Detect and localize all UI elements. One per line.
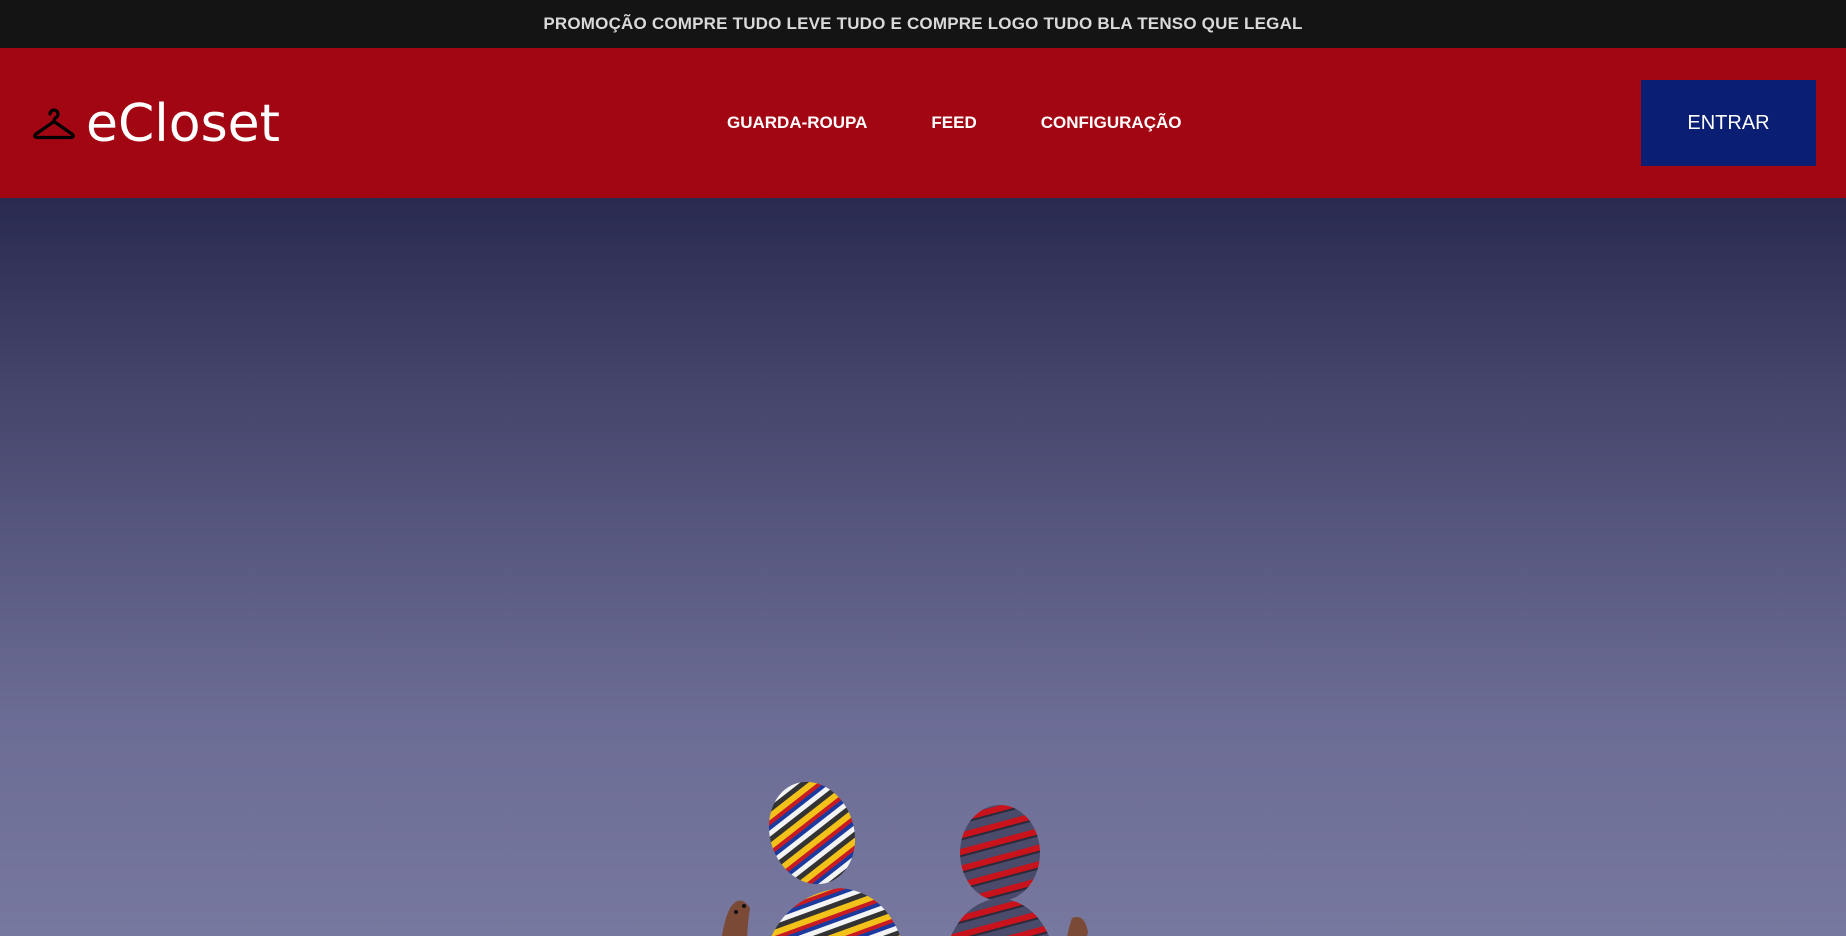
logo-text: eCloset	[86, 94, 281, 154]
promo-text: PROMOÇÃO COMPRE TUDO LEVE TUDO E COMPRE …	[543, 14, 1303, 33]
logo[interactable]: eCloset	[32, 98, 280, 150]
hero-banner	[0, 198, 1846, 936]
hanger-icon	[32, 104, 76, 144]
nav-item-feed[interactable]: FEED	[931, 113, 976, 133]
promo-bar: PROMOÇÃO COMPRE TUDO LEVE TUDO E COMPRE …	[0, 0, 1846, 48]
site-header: eCloset GUARDA-ROUPA FEED CONFIGURAÇÃO E…	[0, 48, 1846, 198]
nav-item-configuracao[interactable]: CONFIGURAÇÃO	[1041, 113, 1182, 133]
main-nav: GUARDA-ROUPA FEED CONFIGURAÇÃO	[727, 48, 1245, 198]
nav-item-guarda-roupa[interactable]: GUARDA-ROUPA	[727, 113, 867, 133]
login-button[interactable]: ENTRAR	[1641, 80, 1816, 166]
hero-models-image	[721, 781, 1088, 936]
